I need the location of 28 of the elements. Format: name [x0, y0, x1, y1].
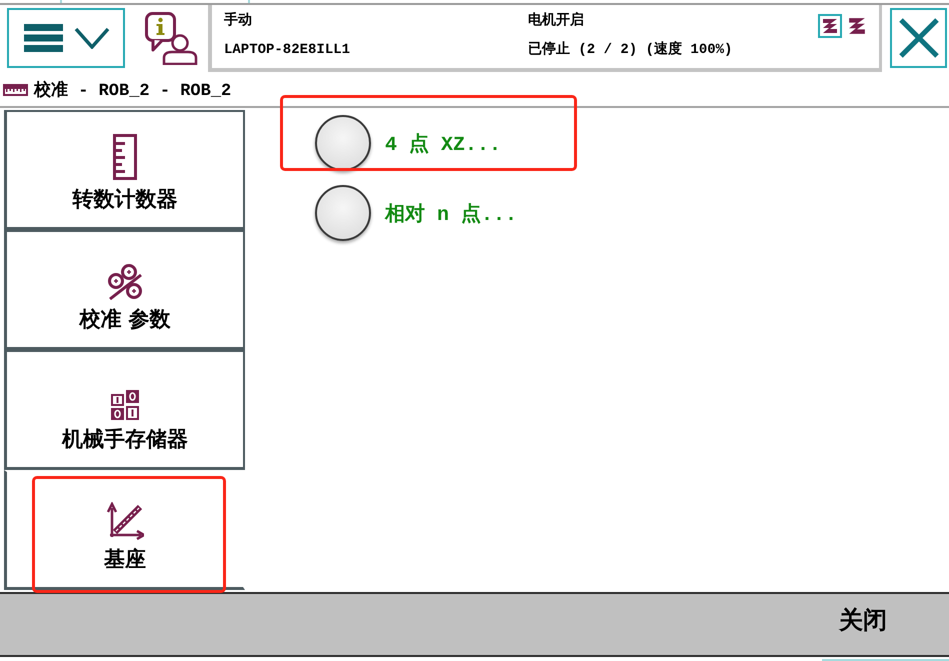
menu-icon: [24, 24, 63, 52]
program-status: 已停止 (2 / 2) (速度 100%): [528, 41, 732, 59]
window-title: 校准 - ROB_2 - ROB_2: [34, 80, 232, 101]
menu-button[interactable]: [7, 8, 125, 68]
option-label[interactable]: 相对 n 点...: [385, 200, 518, 226]
zigzag-icon[interactable]: [818, 14, 842, 38]
option-label[interactable]: 4 点 XZ...: [385, 130, 502, 156]
info-user-icon[interactable]: [145, 12, 198, 65]
chevron-down-icon: [74, 27, 110, 49]
operating-mode: 手动: [224, 12, 252, 30]
sidebar-item[interactable]: 转数计数器: [4, 110, 245, 230]
sidebar-item[interactable]: 基座: [4, 470, 245, 590]
ruler-icon: [3, 84, 28, 96]
footer-close-button[interactable]: 关闭: [839, 606, 887, 634]
binary-grid-icon: [111, 390, 139, 420]
controller-name: LAPTOP-82E8ILL1: [224, 41, 350, 59]
close-icon: [898, 17, 940, 59]
radio-button[interactable]: [315, 185, 371, 241]
close-button[interactable]: [890, 8, 947, 68]
ruler-icon: [113, 134, 137, 180]
radio-button[interactable]: [315, 115, 371, 171]
axes-icon: [106, 502, 144, 540]
zigzag-icon[interactable]: [848, 17, 866, 35]
status-panel[interactable]: 手动 LAPTOP-82E8ILL1 电机开启 已停止 (2 / 2) (速度 100%): [208, 5, 882, 72]
circles-percent-icon: [106, 264, 144, 300]
motor-status: 电机开启: [528, 12, 584, 30]
sidebar-item[interactable]: 机械手存储器: [4, 350, 245, 470]
sidebar-item[interactable]: 校准 参数: [4, 230, 245, 350]
